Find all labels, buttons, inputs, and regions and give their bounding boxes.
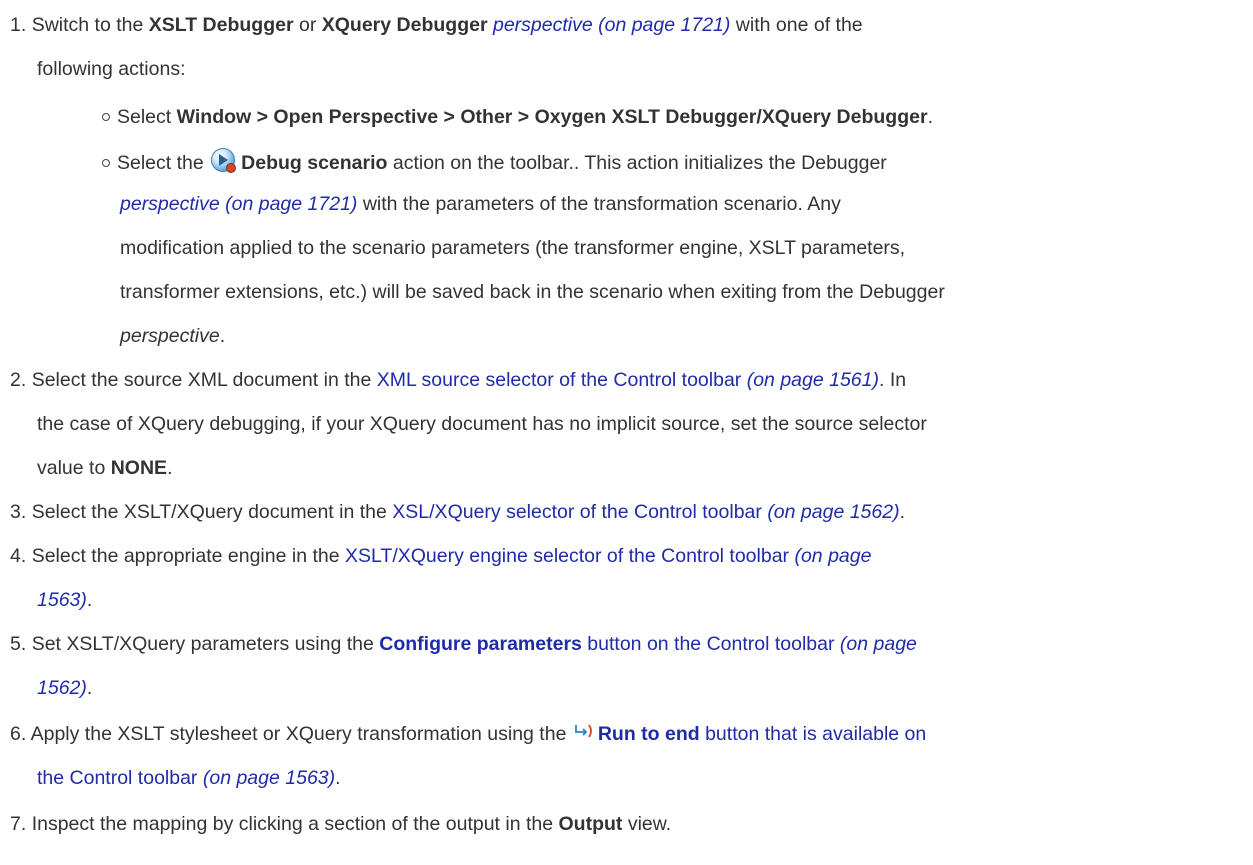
step-text: Select xyxy=(117,106,177,128)
step-number: 4. xyxy=(10,545,27,567)
menu-path: Window > Open Perspective > Other > Oxyg… xyxy=(176,106,928,128)
step-2-line-2: the case of XQuery debugging, if your XQ… xyxy=(37,412,927,436)
step-text: . xyxy=(335,767,341,789)
step-1-sub-2-line-4: transformer extensions, etc.) will be sa… xyxy=(120,280,945,304)
step-number: 6. xyxy=(10,723,27,745)
step-text: or xyxy=(293,14,322,36)
bullet-icon xyxy=(102,113,110,121)
step-5-line-2: 1562). xyxy=(37,676,92,700)
step-1-sub-2-line-2: perspective (on page 1721) with the para… xyxy=(120,192,841,216)
step-2-line-1: 2. Select the source XML document in the… xyxy=(10,368,906,392)
step-2-line-3: value to NONE. xyxy=(37,456,172,480)
debug-scenario-label: Debug scenario xyxy=(241,152,388,174)
step-number: 5. xyxy=(10,633,27,655)
step-text: Inspect the mapping by clicking a sectio… xyxy=(31,813,559,835)
control-toolbar-link[interactable]: button on the Control toolbar xyxy=(582,633,834,655)
step-text: . xyxy=(86,589,93,611)
step-1-sub-2-line-1: Select the Debug scenario action on the … xyxy=(102,148,887,175)
configure-parameters-link[interactable]: Configure parameters xyxy=(379,633,582,655)
step-text: Select the XSLT/XQuery document in the xyxy=(31,501,393,523)
xquery-debugger-label: XQuery Debugger xyxy=(321,14,488,36)
step-text: the case of XQuery debugging, if your XQ… xyxy=(37,413,927,435)
xslt-debugger-label: XSLT Debugger xyxy=(148,14,294,36)
page-ref-link[interactable]: (on page 1561) xyxy=(747,369,879,391)
step-text: value to xyxy=(37,457,111,479)
step-text: Select the source XML document in the xyxy=(31,369,377,391)
perspective-term: perspective xyxy=(120,325,220,347)
step-text: . xyxy=(899,501,906,523)
step-4-line-2: 1563). xyxy=(37,588,92,612)
step-1-sub-2-line-3: modification applied to the scenario par… xyxy=(120,236,905,260)
step-text: Select the appropriate engine in the xyxy=(31,545,345,567)
step-text: following actions: xyxy=(37,58,186,80)
step-3-line-1: 3. Select the XSLT/XQuery document in th… xyxy=(10,500,905,524)
debug-scenario-icon xyxy=(211,148,237,174)
step-1-line-2: following actions: xyxy=(37,57,186,81)
step-5-line-1: 5. Set XSLT/XQuery parameters using the … xyxy=(10,632,917,656)
step-text: . xyxy=(86,677,93,699)
step-1-sub-2-line-5: perspective. xyxy=(120,324,225,348)
step-6-line-1: 6. Apply the XSLT stylesheet or XQuery t… xyxy=(10,722,926,746)
step-number: 3. xyxy=(10,501,27,523)
step-text: action on the toolbar.. This action init… xyxy=(387,152,887,174)
output-view-label: Output xyxy=(558,813,623,835)
none-value: NONE xyxy=(110,457,168,479)
page-ref-link[interactable]: 1563) xyxy=(37,589,87,611)
step-text: . xyxy=(167,457,173,479)
step-text: Select the xyxy=(117,152,210,174)
step-1-sub-1: Select Window > Open Perspective > Other… xyxy=(102,105,933,129)
step-text: . xyxy=(927,106,933,128)
engine-selector-link[interactable]: XSLT/XQuery engine selector of the Contr… xyxy=(345,545,789,567)
page-ref-link[interactable]: (on page 1562) xyxy=(767,501,899,523)
step-text: Set XSLT/XQuery parameters using the xyxy=(31,633,380,655)
run-to-end-link[interactable]: Run to end xyxy=(598,723,700,745)
step-4-line-1: 4. Select the appropriate engine in the … xyxy=(10,544,871,568)
page-ref-link[interactable]: (on page xyxy=(794,545,871,567)
step-number: 1. xyxy=(10,14,27,36)
xml-source-selector-link[interactable]: XML source selector of the Control toolb… xyxy=(377,369,742,391)
step-text: Apply the XSLT stylesheet or XQuery tran… xyxy=(30,723,572,745)
run-to-end-button-link[interactable]: button that is available on xyxy=(700,723,926,745)
bullet-icon xyxy=(102,159,110,167)
step-7-line-1: 7. Inspect the mapping by clicking a sec… xyxy=(10,812,671,836)
step-text: . In xyxy=(879,369,907,391)
step-text: Switch to the xyxy=(31,14,149,36)
step-text: . xyxy=(219,325,226,347)
step-text: modification applied to the scenario par… xyxy=(120,237,906,259)
page-ref-link[interactable]: 1562) xyxy=(37,677,87,699)
perspective-link[interactable]: perspective (on page 1721) xyxy=(493,14,730,36)
step-text: transformer extensions, etc.) will be sa… xyxy=(120,281,945,303)
step-text: view. xyxy=(622,813,672,835)
document-page: 1. Switch to the XSLT Debugger or XQuery… xyxy=(0,0,1253,865)
perspective-link[interactable]: perspective (on page 1721) xyxy=(120,193,357,215)
step-1-line-1: 1. Switch to the XSLT Debugger or XQuery… xyxy=(10,13,863,37)
xsl-xquery-selector-link[interactable]: XSL/XQuery selector of the Control toolb… xyxy=(392,501,762,523)
step-number: 7. xyxy=(10,813,27,835)
page-ref-link[interactable]: (on page 1563) xyxy=(203,767,335,789)
page-ref-link[interactable]: (on page xyxy=(840,633,917,655)
step-6-line-2: the Control toolbar (on page 1563). xyxy=(37,766,341,790)
step-text: with the parameters of the transformatio… xyxy=(357,193,841,215)
step-number: 2. xyxy=(10,369,27,391)
control-toolbar-link[interactable]: the Control toolbar xyxy=(37,767,197,789)
step-text: with one of the xyxy=(730,14,863,36)
run-to-end-icon xyxy=(574,724,592,738)
